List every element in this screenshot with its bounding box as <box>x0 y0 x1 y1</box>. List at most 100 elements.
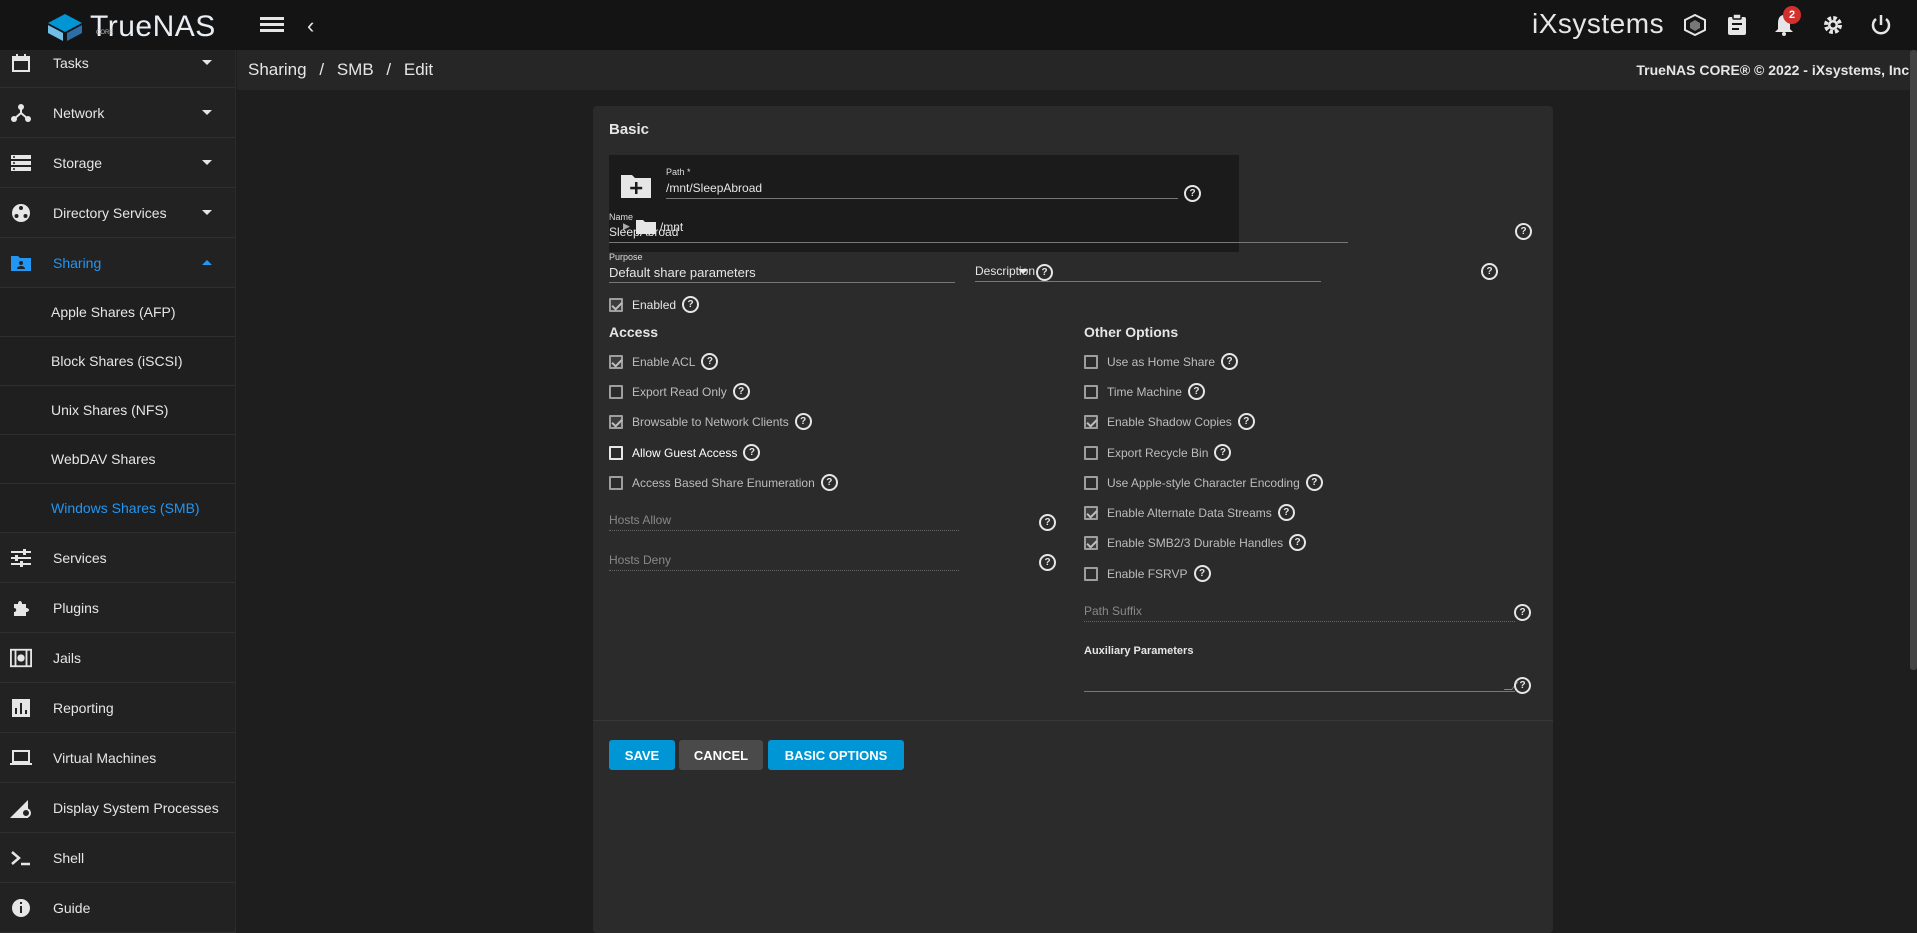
enable-acl-row[interactable]: Enable ACL ? <box>609 353 719 370</box>
description-field[interactable]: Description <box>975 264 1321 282</box>
sidebar-item-services[interactable]: Services <box>0 533 235 583</box>
sidebar-item-sharing[interactable]: Sharing <box>0 238 235 288</box>
truenas-logo[interactable]: TrueNAS <box>46 10 216 44</box>
sidebar-subitem-nfs[interactable]: Unix Shares (NFS) <box>0 386 235 435</box>
cancel-button[interactable]: CANCEL <box>679 740 763 770</box>
name-help-icon[interactable]: ? <box>1515 223 1532 240</box>
allow-guest-row[interactable]: Allow Guest Access ? <box>609 444 761 461</box>
fsrvp-row[interactable]: Enable FSRVP ? <box>1084 565 1211 582</box>
truecommand-icon[interactable] <box>1682 12 1708 38</box>
enabled-checkbox[interactable] <box>609 297 623 312</box>
sidebar-item-network[interactable]: Network <box>0 88 235 138</box>
home-share-help-icon[interactable]: ? <box>1221 353 1239 370</box>
aux-params-help-icon[interactable]: ? <box>1514 677 1531 694</box>
recycle-bin-row[interactable]: Export Recycle Bin ? <box>1084 444 1232 461</box>
browsable-help-icon[interactable]: ? <box>794 413 812 430</box>
export-read-only-row[interactable]: Export Read Only ? <box>609 383 750 400</box>
enabled-help-icon[interactable]: ? <box>682 296 700 313</box>
durable-handles-row[interactable]: Enable SMB2/3 Durable Handles ? <box>1084 534 1307 551</box>
time-machine-row[interactable]: Time Machine ? <box>1084 383 1205 400</box>
power-icon[interactable] <box>1868 12 1894 38</box>
sidebar-item-tasks[interactable]: Tasks <box>0 50 235 88</box>
browsable-checkbox[interactable] <box>609 414 623 429</box>
shadow-copies-checkbox[interactable] <box>1084 414 1098 429</box>
breadcrumb-sharing[interactable]: Sharing <box>248 60 307 79</box>
page-scrollbar[interactable] <box>1910 50 1917 670</box>
path-input[interactable]: /mnt/SleepAbroad <box>666 181 1178 199</box>
home-share-checkbox[interactable] <box>1084 354 1098 369</box>
fsrvp-checkbox[interactable] <box>1084 566 1098 581</box>
name-field[interactable]: Name SleepAbroad <box>609 212 1348 243</box>
ixsystems-logo[interactable]: iXsystems <box>1532 8 1664 40</box>
sidebar-item-storage[interactable]: Storage <box>0 138 235 188</box>
purpose-select[interactable]: Purpose Default share parameters <box>609 252 955 283</box>
purpose-value[interactable]: Default share parameters <box>609 265 955 283</box>
abse-help-icon[interactable]: ? <box>820 474 838 491</box>
name-input[interactable]: SleepAbroad <box>609 225 1348 243</box>
time-machine-checkbox[interactable] <box>1084 384 1098 399</box>
save-button[interactable]: SAVE <box>609 740 675 770</box>
abse-row[interactable]: Access Based Share Enumeration ? <box>609 474 838 491</box>
menu-toggle-icon[interactable] <box>260 14 284 36</box>
collapse-chevron-icon[interactable]: ‹ <box>307 13 314 39</box>
browsable-row[interactable]: Browsable to Network Clients ? <box>609 413 812 430</box>
hosts-allow-field[interactable]: Hosts Allow <box>609 513 959 531</box>
alt-data-streams-row[interactable]: Enable Alternate Data Streams ? <box>1084 504 1295 521</box>
export-read-only-checkbox[interactable] <box>609 384 623 399</box>
home-share-row[interactable]: Use as Home Share ? <box>1084 353 1239 370</box>
smb-edit-form: Basic Path * /mnt/SleepAbroad ? ▶ /mnt N… <box>593 106 1553 933</box>
fsrvp-help-icon[interactable]: ? <box>1193 565 1211 582</box>
recycle-bin-checkbox[interactable] <box>1084 445 1098 460</box>
sidebar-subitem-smb[interactable]: Windows Shares (SMB) <box>0 484 235 533</box>
sidebar-subitem-webdav[interactable]: WebDAV Shares <box>0 435 235 484</box>
shadow-copies-row[interactable]: Enable Shadow Copies ? <box>1084 413 1255 430</box>
sidebar-item-guide[interactable]: Guide <box>0 883 235 933</box>
path-suffix-input[interactable]: Path Suffix <box>1084 604 1515 622</box>
hosts-deny-help-icon[interactable]: ? <box>1039 554 1056 571</box>
description-input[interactable]: Description <box>975 264 1321 282</box>
alt-data-streams-checkbox[interactable] <box>1084 505 1098 520</box>
sidebar-item-system-processes[interactable]: Display System Processes <box>0 783 235 833</box>
sidebar-item-shell[interactable]: Shell <box>0 833 235 883</box>
gear-icon[interactable] <box>1820 12 1846 38</box>
sidebar-item-plugins[interactable]: Plugins <box>0 583 235 633</box>
hosts-deny-field[interactable]: Hosts Deny <box>609 553 959 571</box>
export-read-only-help-icon[interactable]: ? <box>732 383 750 400</box>
jails-icon <box>10 647 32 669</box>
time-machine-help-icon[interactable]: ? <box>1187 383 1205 400</box>
breadcrumb-smb[interactable]: SMB <box>337 60 374 79</box>
sidebar-item-directory-services[interactable]: Directory Services <box>0 188 235 238</box>
recycle-bin-help-icon[interactable]: ? <box>1214 444 1232 461</box>
apple-encoding-row[interactable]: Use Apple-style Character Encoding ? <box>1084 474 1323 491</box>
durable-handles-help-icon[interactable]: ? <box>1289 534 1307 551</box>
alt-data-streams-help-icon[interactable]: ? <box>1277 504 1295 521</box>
add-folder-icon[interactable] <box>621 172 651 200</box>
sidebar-item-jails[interactable]: Jails <box>0 633 235 683</box>
durable-handles-checkbox[interactable] <box>1084 535 1098 550</box>
hosts-deny-input[interactable]: Hosts Deny <box>609 553 959 571</box>
sidebar-item-label: Sharing <box>53 254 102 271</box>
shadow-copies-help-icon[interactable]: ? <box>1237 413 1255 430</box>
apple-encoding-checkbox[interactable] <box>1084 475 1098 490</box>
path-suffix-help-icon[interactable]: ? <box>1514 604 1531 621</box>
aux-params-textarea[interactable] <box>1084 668 1519 692</box>
enable-acl-checkbox[interactable] <box>609 354 623 369</box>
abse-checkbox[interactable] <box>609 475 623 490</box>
path-suffix-field[interactable]: Path Suffix <box>1084 604 1515 622</box>
apple-encoding-help-icon[interactable]: ? <box>1305 474 1323 491</box>
sidebar-item-virtual-machines[interactable]: Virtual Machines <box>0 733 235 783</box>
hosts-allow-help-icon[interactable]: ? <box>1039 514 1056 531</box>
sidebar-item-reporting[interactable]: Reporting <box>0 683 235 733</box>
clipboard-icon[interactable] <box>1724 12 1750 38</box>
hosts-allow-input[interactable]: Hosts Allow <box>609 513 959 531</box>
path-help-icon[interactable]: ? <box>1184 185 1201 202</box>
description-help-icon[interactable]: ? <box>1481 263 1498 280</box>
enable-acl-help-icon[interactable]: ? <box>701 353 719 370</box>
brand-name: TrueNAS <box>90 10 216 43</box>
allow-guest-checkbox[interactable] <box>609 445 623 460</box>
sidebar-subitem-afp[interactable]: Apple Shares (AFP) <box>0 288 235 337</box>
enabled-checkbox-row[interactable]: Enabled ? <box>609 296 700 313</box>
sidebar-subitem-iscsi[interactable]: Block Shares (iSCSI) <box>0 337 235 386</box>
basic-options-button[interactable]: BASIC OPTIONS <box>768 740 904 770</box>
allow-guest-help-icon[interactable]: ? <box>743 444 761 461</box>
